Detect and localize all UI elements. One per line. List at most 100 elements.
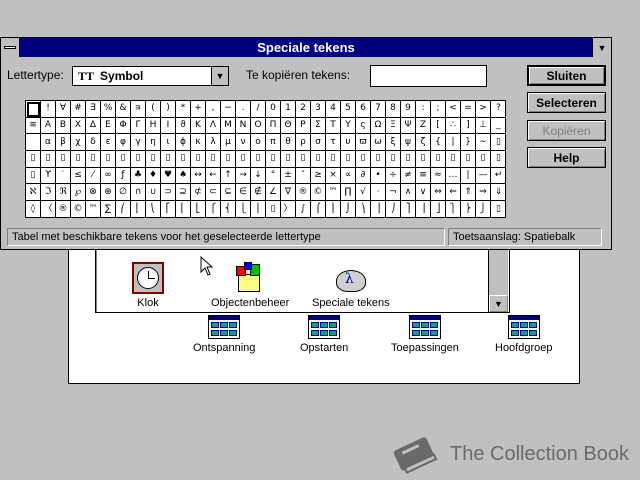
character-cell[interactable]: ∀ xyxy=(56,101,71,118)
character-cell[interactable]: λ xyxy=(206,134,221,152)
character-cell[interactable]: [ xyxy=(431,117,446,135)
character-cell[interactable]: α xyxy=(41,134,56,152)
character-cell[interactable]: Β xyxy=(56,117,71,135)
character-cell[interactable]: ∉ xyxy=(251,184,266,202)
character-cell[interactable]: Θ xyxy=(281,117,296,135)
character-cell[interactable]: ▯ xyxy=(236,151,251,168)
dialog-titlebar[interactable]: Speciale tekens ▼ xyxy=(1,38,611,57)
character-cell[interactable]: Ρ xyxy=(296,117,311,135)
group-icon-hoofdgroep[interactable]: Hoofdgroep xyxy=(495,315,553,354)
character-cell[interactable]: ∨ xyxy=(416,184,431,202)
character-cell[interactable]: ▯ xyxy=(266,151,281,168)
character-cell[interactable]: Τ xyxy=(326,117,341,135)
character-cell[interactable]: ⎢ xyxy=(176,201,191,218)
character-cell[interactable]: ≥ xyxy=(311,167,326,185)
character-cell[interactable]: ] xyxy=(461,117,476,135)
character-cell[interactable]: ρ xyxy=(296,134,311,152)
character-grid[interactable]: ! ∀ # ∃% & ∍() * +, −./0 1 2 3 4 5 6 7 8 9:; < = >? ≅ Α Β Χ Δ Ε Φ Γ Η… xyxy=(25,100,506,218)
character-cell[interactable]: Ω xyxy=(371,117,386,135)
character-cell[interactable] xyxy=(26,134,41,152)
character-cell[interactable]: ∴ xyxy=(446,117,461,135)
character-cell[interactable]: ( xyxy=(146,101,161,118)
character-cell[interactable]: ⎨ xyxy=(221,201,236,218)
character-cell[interactable]: σ xyxy=(311,134,326,152)
character-cell[interactable]: ϖ xyxy=(356,134,371,152)
character-cell[interactable]: ▯ xyxy=(71,151,86,168)
character-cell[interactable]: ↑ xyxy=(221,167,236,185)
character-cell[interactable]: … xyxy=(446,167,461,185)
character-cell[interactable]: ∍ xyxy=(131,101,146,118)
character-cell[interactable]: ▯ xyxy=(326,151,341,168)
character-cell[interactable]: • xyxy=(371,167,386,185)
program-item-object-packager[interactable]: Objectenbeheer xyxy=(211,262,289,309)
character-cell[interactable]: η xyxy=(146,134,161,152)
character-cell[interactable]: ± xyxy=(281,167,296,185)
character-cell[interactable]: # xyxy=(71,101,86,118)
character-cell[interactable]: × xyxy=(326,167,341,185)
character-cell[interactable]: ι xyxy=(161,134,176,152)
character-cell[interactable]: / xyxy=(251,101,266,118)
character-cell[interactable]: ∞ xyxy=(101,167,116,185)
characters-to-copy-input[interactable] xyxy=(370,65,487,87)
character-cell[interactable]: ▯ xyxy=(251,151,266,168)
program-item-character-map[interactable]: λ Speciale tekens xyxy=(312,262,390,309)
character-cell[interactable]: ÷ xyxy=(386,167,401,185)
character-cell[interactable]: < xyxy=(446,101,461,118)
character-cell[interactable]: ⎪ xyxy=(251,201,266,218)
character-cell[interactable]: 4 xyxy=(326,101,341,118)
character-cell[interactable]: κ xyxy=(191,134,206,152)
character-cell[interactable]: δ xyxy=(86,134,101,152)
character-cell[interactable]: ▯ xyxy=(491,151,506,168)
character-cell[interactable]: ⊆ xyxy=(221,184,236,202)
character-cell[interactable]: ⊕ xyxy=(101,184,116,202)
character-cell[interactable]: ▯ xyxy=(491,201,506,218)
character-cell[interactable]: θ xyxy=(281,134,296,152)
character-cell[interactable]: ← xyxy=(206,167,221,185)
character-cell[interactable]: > xyxy=(476,101,491,118)
character-cell[interactable]: Η xyxy=(146,117,161,135)
character-cell[interactable]: ⇐ xyxy=(446,184,461,202)
character-cell[interactable]: 9 xyxy=(401,101,416,118)
character-cell[interactable]: ς xyxy=(356,117,371,135)
group-icon-toepassingen[interactable]: Toepassingen xyxy=(391,315,459,354)
character-cell[interactable]: ▯ xyxy=(146,151,161,168)
character-cell[interactable]: ∫ xyxy=(296,201,311,218)
character-cell[interactable]: ▯ xyxy=(461,151,476,168)
character-cell[interactable]: ▯ xyxy=(131,151,146,168)
vertical-scrollbar[interactable]: ▼ xyxy=(488,240,508,312)
character-cell[interactable]: Ε xyxy=(101,117,116,135)
character-cell[interactable]: μ xyxy=(221,134,236,152)
character-cell[interactable]: ∑ xyxy=(101,201,116,218)
character-cell[interactable]: Φ xyxy=(116,117,131,135)
character-cell[interactable]: Ν xyxy=(236,117,251,135)
character-cell[interactable]: ◊ xyxy=(26,201,41,218)
character-cell[interactable]: 1 xyxy=(281,101,296,118)
character-cell[interactable]: ⎬ xyxy=(461,201,476,218)
character-cell[interactable]: ® xyxy=(296,184,311,202)
character-cell[interactable]: ⊃ xyxy=(161,184,176,202)
character-cell[interactable]: ▯ xyxy=(56,151,71,168)
character-cell[interactable]: Ξ xyxy=(386,117,401,135)
character-cell[interactable]: Ψ xyxy=(401,117,416,135)
character-cell[interactable]: ν xyxy=(236,134,251,152)
character-cell[interactable]: ⊂ xyxy=(206,184,221,202)
character-cell[interactable]: ¬ xyxy=(386,184,401,202)
character-cell[interactable]: ∩ xyxy=(131,184,146,202)
character-cell[interactable]: ® xyxy=(56,201,71,218)
character-cell[interactable]: ⊥ xyxy=(476,117,491,135)
character-cell[interactable]: ▯ xyxy=(431,151,446,168)
character-cell[interactable]: ▯ xyxy=(221,151,236,168)
character-cell[interactable]: . xyxy=(236,101,251,118)
character-cell[interactable]: | xyxy=(446,134,461,152)
character-cell[interactable]: υ xyxy=(341,134,356,152)
character-cell[interactable]: ♠ xyxy=(176,167,191,185)
character-cell[interactable]: ξ xyxy=(386,134,401,152)
character-cell[interactable]: ▯ xyxy=(341,151,356,168)
help-button[interactable]: Help xyxy=(527,147,606,168)
character-cell[interactable]: ⎫ xyxy=(446,201,461,218)
character-cell[interactable]: ▯ xyxy=(41,151,56,168)
character-cell[interactable]: ▯ xyxy=(446,151,461,168)
character-cell[interactable]: ♦ xyxy=(146,167,161,185)
minimize-button[interactable]: ▼ xyxy=(592,38,611,57)
character-cell[interactable]: ∝ xyxy=(341,167,356,185)
